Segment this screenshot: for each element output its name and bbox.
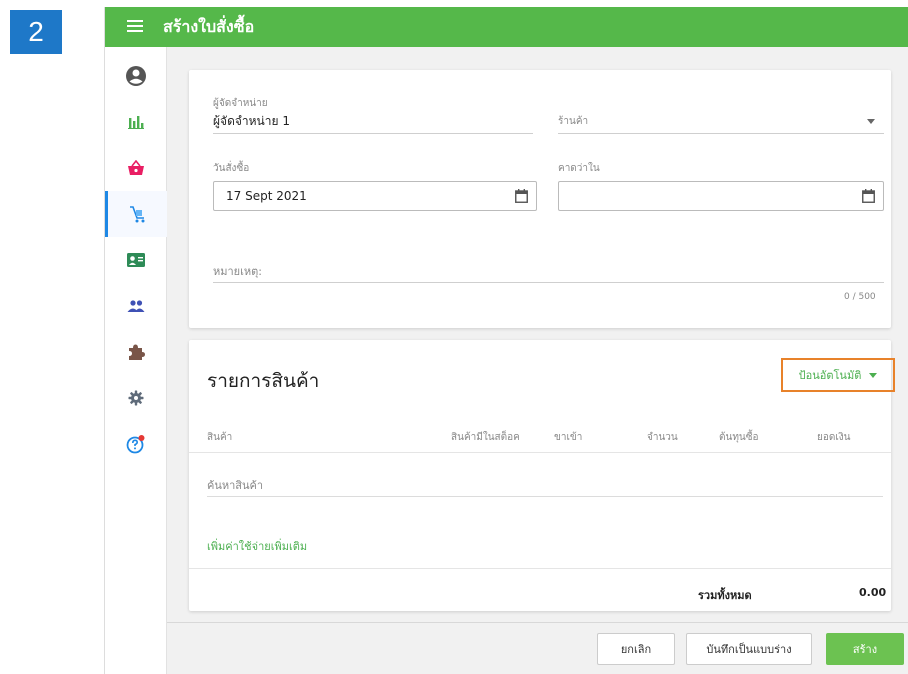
order-date-label: วันสั่งซื้อ bbox=[213, 163, 250, 174]
sidebar-item-help[interactable] bbox=[105, 421, 167, 467]
account-circle-icon bbox=[126, 66, 146, 86]
create-button[interactable]: สร้าง bbox=[826, 633, 904, 665]
people-icon bbox=[127, 300, 145, 312]
chevron-down-icon[interactable] bbox=[867, 119, 875, 124]
order-info-card: ผู้จัดจำหน่าย ผู้จัดจำหน่าย 1 ร้านค้า วั… bbox=[189, 70, 891, 328]
sidebar-item-employees[interactable] bbox=[105, 283, 167, 329]
basket-icon bbox=[128, 160, 144, 175]
auto-fill-dropdown-button[interactable]: ป้อนอัตโนมัติ bbox=[781, 358, 895, 392]
bar-chart-icon bbox=[128, 116, 144, 129]
supplier-underline bbox=[213, 133, 533, 134]
calendar-icon[interactable] bbox=[862, 189, 875, 203]
column-header-product: สินค้า bbox=[207, 432, 233, 443]
sidebar-item-account[interactable] bbox=[105, 53, 167, 99]
auto-fill-label: ป้อนอัตโนมัติ bbox=[798, 369, 862, 382]
expected-date-label: คาดว่าใน bbox=[558, 163, 600, 174]
save-draft-button[interactable]: บันทึกเป็นแบบร่าง bbox=[686, 633, 812, 665]
column-header-quantity: จำนวน bbox=[647, 432, 678, 443]
sidebar-item-reports[interactable] bbox=[105, 99, 167, 145]
note-field[interactable]: หมายเหตุ: bbox=[213, 262, 262, 280]
supplier-label: ผู้จัดจำหน่าย bbox=[213, 98, 268, 109]
total-divider bbox=[189, 568, 891, 569]
total-value: 0.00 bbox=[859, 586, 887, 599]
page-title: สร้างใบสั่งซื้อ bbox=[163, 16, 255, 36]
contact-card-icon bbox=[127, 253, 145, 267]
items-card: รายการสินค้า ป้อนอัตโนมัติ สินค้า สินค้า… bbox=[189, 340, 895, 611]
sidebar-item-settings[interactable] bbox=[105, 375, 167, 421]
search-underline bbox=[207, 496, 883, 497]
sidebar bbox=[105, 47, 167, 674]
top-app-bar: สร้างใบสั่งซื้อ bbox=[105, 7, 908, 47]
chevron-down-icon bbox=[869, 372, 878, 378]
order-date-value: 17 Sept 2021 bbox=[226, 189, 307, 203]
app-window: สร้างใบสั่งซื้อ ผู้จัดจำหน่าย ผู้จัดจำหน… bbox=[104, 7, 908, 674]
order-date-field[interactable]: 17 Sept 2021 bbox=[213, 181, 537, 211]
help-icon bbox=[126, 435, 145, 454]
note-char-counter: 0 / 500 bbox=[844, 292, 876, 302]
expected-date-field[interactable] bbox=[558, 181, 884, 211]
header-divider bbox=[189, 452, 891, 453]
total-label: รวมทั้งหมด bbox=[698, 589, 752, 602]
sidebar-item-integrations[interactable] bbox=[105, 329, 167, 375]
column-header-incoming: ขาเข้า bbox=[554, 432, 583, 443]
puzzle-icon bbox=[129, 344, 145, 360]
sidebar-item-sales[interactable] bbox=[105, 145, 167, 191]
sidebar-item-customers[interactable] bbox=[105, 237, 167, 283]
sidebar-item-purchase[interactable] bbox=[105, 191, 167, 237]
gear-icon bbox=[128, 390, 144, 406]
cancel-button[interactable]: ยกเลิก bbox=[597, 633, 675, 665]
purchase-cart-icon bbox=[129, 206, 144, 223]
hamburger-menu-icon[interactable] bbox=[127, 17, 151, 38]
supplier-field[interactable]: ผู้จัดจำหน่าย 1 bbox=[213, 112, 290, 131]
column-header-in-stock: สินค้ามีในสต็อค bbox=[451, 432, 520, 443]
store-select[interactable]: ร้านค้า bbox=[558, 114, 588, 129]
calendar-icon[interactable] bbox=[515, 189, 528, 203]
note-underline bbox=[213, 282, 884, 283]
footer-divider bbox=[167, 622, 908, 623]
store-underline bbox=[558, 133, 884, 134]
items-section-title: รายการสินค้า bbox=[207, 370, 320, 392]
add-extra-cost-link[interactable]: เพิ่มค่าใช้จ่ายเพิ่มเติม bbox=[207, 537, 307, 555]
product-search-input[interactable]: ค้นหาสินค้า bbox=[207, 476, 263, 494]
column-header-cost: ต้นทุนซื้อ bbox=[719, 432, 759, 443]
column-header-amount: ยอดเงิน bbox=[817, 432, 851, 443]
step-number-badge: 2 bbox=[10, 10, 62, 54]
